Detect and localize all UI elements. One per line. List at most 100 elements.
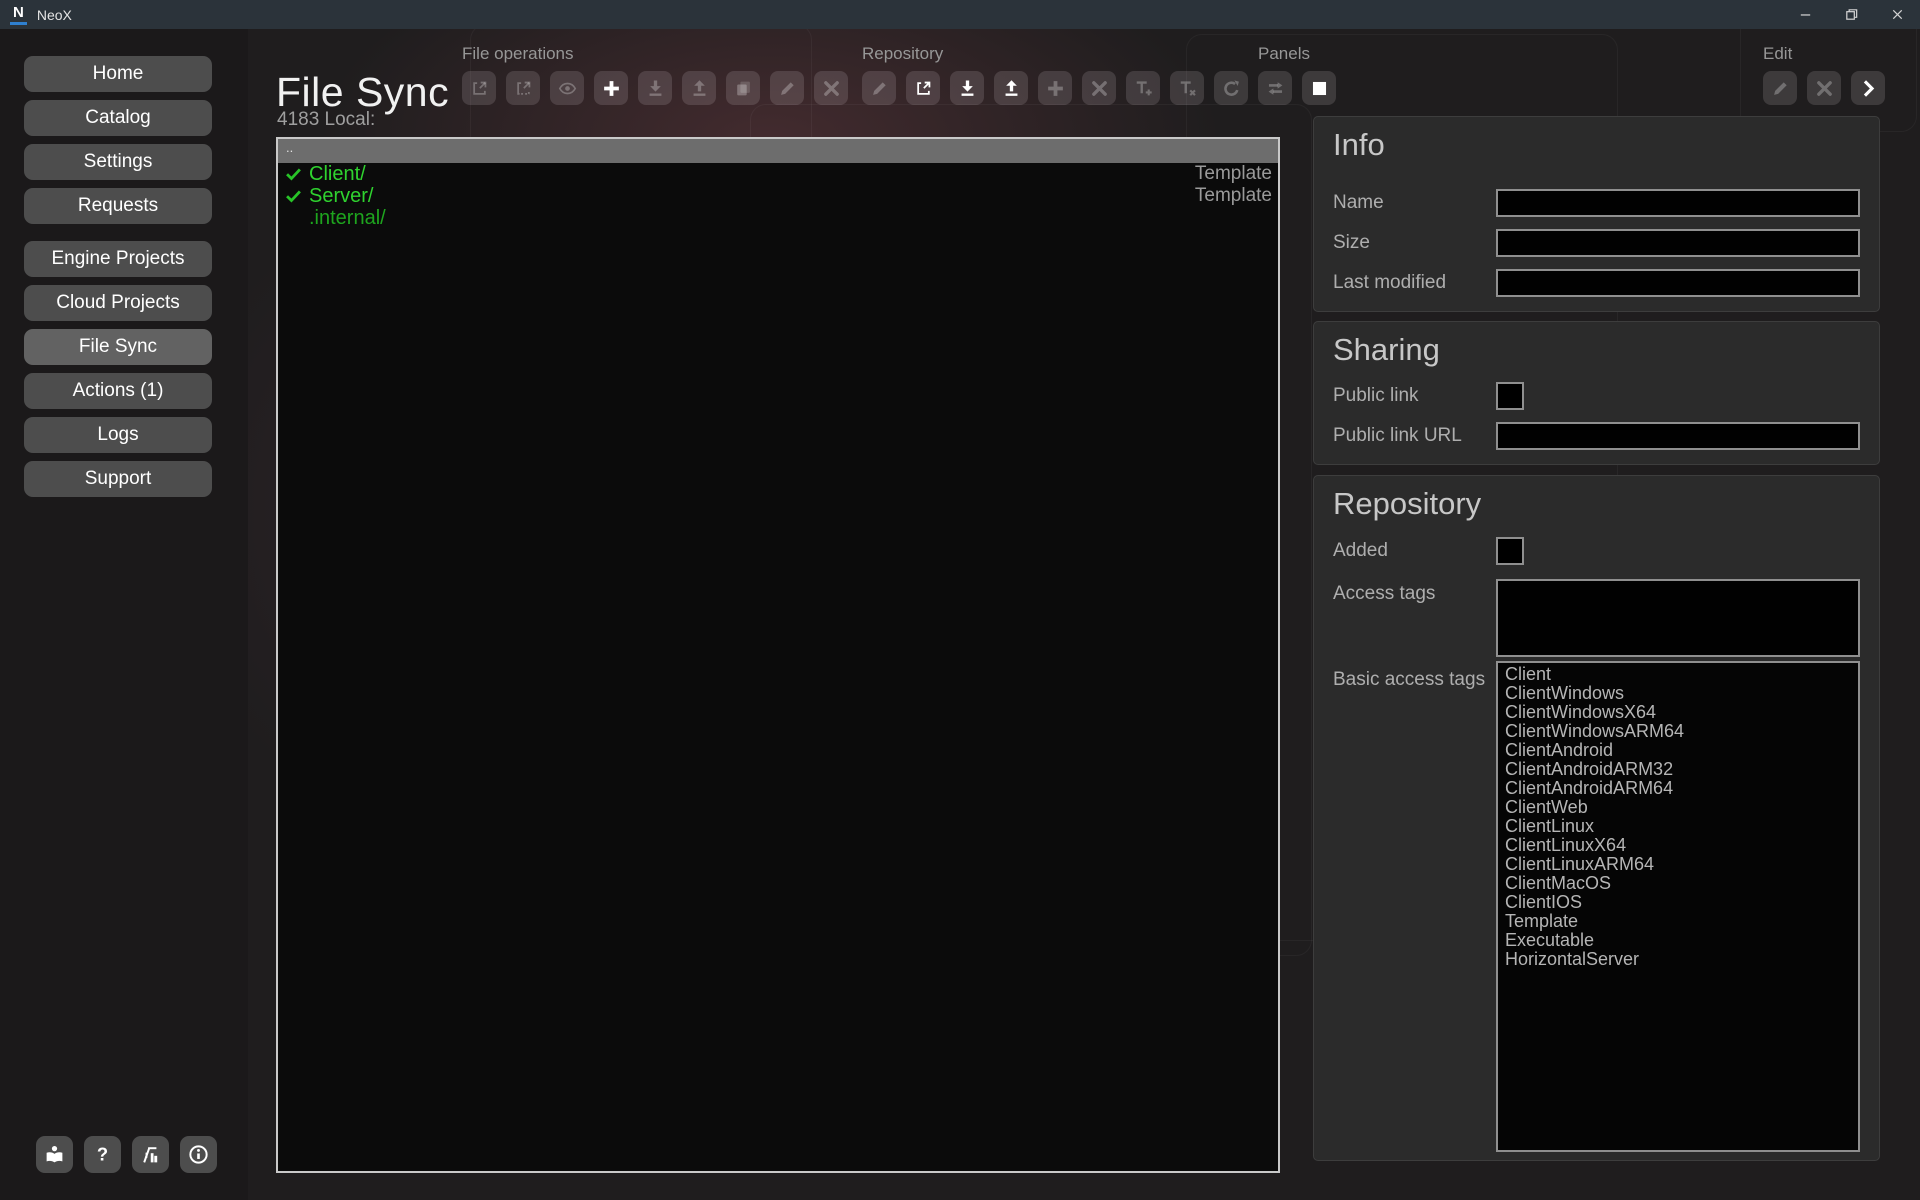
sidebar-item-catalog[interactable]: Catalog xyxy=(24,100,212,136)
file-row[interactable]: Client/Template xyxy=(278,163,1278,185)
pencil-icon xyxy=(778,79,797,98)
sidebar-item-settings[interactable]: Settings xyxy=(24,144,212,180)
tag-item[interactable]: ClientLinuxARM64 xyxy=(1505,855,1858,874)
help-button[interactable]: ? xyxy=(84,1136,121,1173)
help-icon: ? xyxy=(92,1144,113,1165)
sidebar-item-cloud-projects[interactable]: Cloud Projects xyxy=(24,285,212,321)
sidebar-item-home[interactable]: Home xyxy=(24,56,212,92)
open-external-button[interactable] xyxy=(462,71,496,105)
public-link-checkbox[interactable] xyxy=(1496,382,1524,410)
app-logo: N xyxy=(10,4,27,25)
info-button[interactable] xyxy=(180,1136,217,1173)
size-row: Size xyxy=(1333,229,1860,257)
eye-button[interactable] xyxy=(550,71,584,105)
tag-item[interactable]: Client xyxy=(1505,665,1858,684)
sidebar-item-file-sync[interactable]: File Sync xyxy=(24,329,212,365)
tag-item[interactable]: ClientAndroid xyxy=(1505,741,1858,760)
chevron-right-button[interactable] xyxy=(1851,71,1885,105)
upload-icon xyxy=(690,79,709,98)
docs-icon xyxy=(44,1144,65,1165)
sidebar-item-logs[interactable]: Logs xyxy=(24,417,212,453)
chevron-right-icon xyxy=(1859,79,1878,98)
tag-item[interactable]: ClientAndroidARM64 xyxy=(1505,779,1858,798)
file-row[interactable]: .internal/ xyxy=(278,207,1278,229)
tag-item[interactable]: ClientLinuxX64 xyxy=(1505,836,1858,855)
close-button[interactable] xyxy=(814,71,848,105)
size-input[interactable] xyxy=(1496,229,1860,257)
text-add-button[interactable] xyxy=(1126,71,1160,105)
name-label: Name xyxy=(1333,192,1384,213)
docs-button[interactable] xyxy=(36,1136,73,1173)
toolbar-group-panels: Panels xyxy=(1258,44,1336,105)
download-button[interactable] xyxy=(638,71,672,105)
swap-button[interactable] xyxy=(1258,71,1292,105)
open-external-button[interactable] xyxy=(906,71,940,105)
close-button[interactable] xyxy=(1874,0,1920,29)
file-tag: Template xyxy=(1194,185,1272,206)
square-icon xyxy=(1310,79,1329,98)
file-name: Server/ xyxy=(309,184,374,207)
plus-button[interactable] xyxy=(594,71,628,105)
build-button[interactable] xyxy=(132,1136,169,1173)
tag-item[interactable]: ClientWindowsARM64 xyxy=(1505,722,1858,741)
parent-directory-row[interactable]: .. xyxy=(278,139,1278,163)
reset-button[interactable] xyxy=(1214,71,1248,105)
sidebar-nav: Home Catalog Settings Requests Engine Projec… xyxy=(24,56,212,505)
minimize-button[interactable] xyxy=(1782,0,1828,29)
window-controls xyxy=(1782,0,1920,29)
public-link-url-input[interactable] xyxy=(1496,422,1860,450)
copy-icon xyxy=(734,79,753,98)
tag-item[interactable]: ClientWeb xyxy=(1505,798,1858,817)
basic-access-tags-label: Basic access tags xyxy=(1333,669,1486,690)
toolbar-group-label: Panels xyxy=(1258,44,1310,63)
pencil-button[interactable] xyxy=(862,71,896,105)
last-modified-input[interactable] xyxy=(1496,269,1860,297)
file-row[interactable]: Server/Template xyxy=(278,185,1278,207)
basic-access-tags-list[interactable]: Client ClientWindows ClientWindowsX64 Clien… xyxy=(1496,661,1860,1152)
info-icon xyxy=(188,1144,209,1165)
file-name: Client/ xyxy=(309,162,366,185)
tag-item[interactable]: Executable xyxy=(1505,931,1858,950)
pencil-button[interactable] xyxy=(1763,71,1797,105)
download-icon xyxy=(958,79,977,98)
toolbar-group-label: File operations xyxy=(462,44,574,63)
repository-section-title: Repository xyxy=(1333,486,1482,521)
upload-button[interactable] xyxy=(682,71,716,105)
tag-item[interactable]: Template xyxy=(1505,912,1858,931)
copy-button[interactable] xyxy=(726,71,760,105)
name-row: Name xyxy=(1333,189,1860,217)
access-tags-textarea[interactable] xyxy=(1496,579,1860,657)
sync-check-icon xyxy=(285,166,304,182)
restore-button[interactable] xyxy=(1828,0,1874,29)
tag-item[interactable]: ClientWindows xyxy=(1505,684,1858,703)
basic-access-tags-row: Basic access tags Client ClientWindows Cli… xyxy=(1333,661,1860,1152)
close-button[interactable] xyxy=(1082,71,1116,105)
upload-button[interactable] xyxy=(994,71,1028,105)
sidebar-item-actions-1[interactable]: Actions (1) xyxy=(24,373,212,409)
tag-item[interactable]: ClientLinux xyxy=(1505,817,1858,836)
tag-item[interactable]: ClientWindowsX64 xyxy=(1505,703,1858,722)
pencil-button[interactable] xyxy=(770,71,804,105)
close-button[interactable] xyxy=(1807,71,1841,105)
tag-item[interactable]: ClientMacOS xyxy=(1505,874,1858,893)
public-link-url-label: Public link URL xyxy=(1333,425,1462,446)
toolbar-group-repository: Repository xyxy=(862,44,1248,105)
download-button[interactable] xyxy=(950,71,984,105)
square-button[interactable] xyxy=(1302,71,1336,105)
tag-item[interactable]: HorizontalServer xyxy=(1505,950,1858,969)
tag-item[interactable]: ClientAndroidARM32 xyxy=(1505,760,1858,779)
text-remove-button[interactable] xyxy=(1170,71,1204,105)
pencil-icon xyxy=(1771,79,1790,98)
added-checkbox[interactable] xyxy=(1496,537,1524,565)
tag-item[interactable]: ClientIOS xyxy=(1505,893,1858,912)
last-modified-label: Last modified xyxy=(1333,272,1447,293)
info-section: Info Name Size Last modified xyxy=(1313,116,1880,312)
toolbar-group-label: Edit xyxy=(1763,44,1793,63)
open-external-alt-button[interactable] xyxy=(506,71,540,105)
name-input[interactable] xyxy=(1496,189,1860,217)
sidebar-item-engine-projects[interactable]: Engine Projects xyxy=(24,241,212,277)
plus-button[interactable] xyxy=(1038,71,1072,105)
eye-icon xyxy=(558,79,577,98)
sidebar-item-requests[interactable]: Requests xyxy=(24,188,212,224)
sidebar-item-support[interactable]: Support xyxy=(24,461,212,497)
